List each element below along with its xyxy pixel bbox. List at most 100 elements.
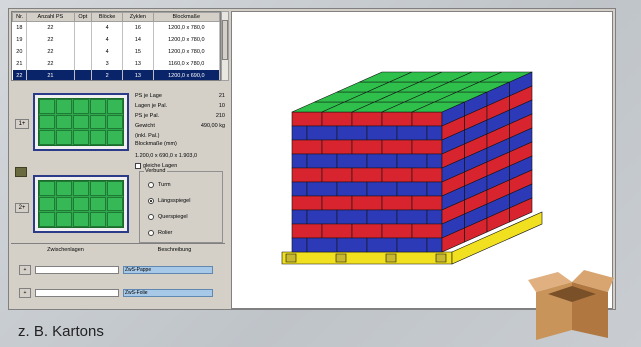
table-body[interactable]: 18 22 4 16 1200,0 x 780,0 19 22 4 14 1200,0 x 780… <box>12 21 220 80</box>
carton-front <box>336 125 368 141</box>
carton-front <box>411 167 443 183</box>
carton-front <box>426 237 443 253</box>
carton-cell <box>90 196 106 212</box>
3d-pallet-viewport[interactable] <box>231 11 613 309</box>
zwischenlage-1-field[interactable] <box>35 266 119 274</box>
table-cell: 15 <box>122 45 154 58</box>
pallet-icon[interactable] <box>15 167 27 177</box>
verbund-legend: Verbund <box>144 168 167 174</box>
carton-front <box>396 181 428 197</box>
pattern-table[interactable]: Nr. Anzahl PS Opt Blöcke Zyklen Blockmaße 18 2… <box>11 11 221 81</box>
layer-1-button[interactable]: 1+ <box>15 119 29 129</box>
carton-front <box>291 167 323 183</box>
ps-je-lage-value: 21 <box>218 93 225 99</box>
table-cell: 2 <box>91 69 124 80</box>
table-cell: 22 <box>26 45 75 58</box>
carton-cell <box>107 181 123 196</box>
carton-front <box>381 167 413 183</box>
table-cell: 21 <box>26 69 75 80</box>
carton-front <box>306 237 338 253</box>
gewicht-sub: (inkl. Pal.) <box>135 133 160 139</box>
carton-front <box>321 195 353 211</box>
zwischenlage-row-2[interactable]: + ZwS-Folie <box>19 288 219 298</box>
table-cell: 1160,0 x 780,0 <box>153 57 220 70</box>
pallet-block <box>435 253 447 263</box>
carton-cell <box>56 212 72 227</box>
carton-cell <box>39 99 55 114</box>
table-row[interactable]: 22 21 2 13 1200,0 x 690,0 <box>12 69 220 80</box>
carton-front <box>336 209 368 225</box>
table-cell: 22 <box>26 21 75 34</box>
carton-cell <box>39 130 55 145</box>
table-cell: 22 <box>26 57 75 70</box>
checkbox-box[interactable] <box>135 163 141 169</box>
table-cell: 22 <box>26 33 75 46</box>
verbund-radio[interactable]: Querspiegel <box>148 214 188 220</box>
radio-dot[interactable] <box>148 182 154 188</box>
radio-dot[interactable] <box>148 198 154 204</box>
carton-cell <box>56 181 72 196</box>
table-header-cell[interactable]: Zyklen <box>122 12 154 22</box>
layer-2-button[interactable]: 2+ <box>15 203 29 213</box>
table-row[interactable]: 21 22 3 13 1160,0 x 780,0 <box>12 57 220 70</box>
table-cell: 1200,0 x 780,0 <box>153 21 220 34</box>
table-cell: 4 <box>91 21 124 34</box>
carton-cell <box>39 181 55 196</box>
verbund-radio[interactable]: Turm <box>148 182 171 188</box>
carton-front <box>366 209 398 225</box>
blockmasse-label: Blockmaße (mm) <box>135 141 177 147</box>
lagen-je-pal-label: Lagen je Pal. <box>135 103 168 109</box>
radio-dot[interactable] <box>148 230 154 236</box>
carton-front <box>291 153 308 169</box>
carton-cell <box>73 99 89 114</box>
carton-front <box>291 125 308 141</box>
carton-front <box>306 125 338 141</box>
carton-front <box>426 181 443 197</box>
table-cell <box>74 57 93 70</box>
table-header: Nr. Anzahl PS Opt Blöcke Zyklen Blockmaße <box>12 12 220 22</box>
table-row[interactable]: 18 22 4 16 1200,0 x 780,0 <box>12 21 220 34</box>
table-cell: 14 <box>122 33 154 46</box>
zwischenlage-2-field[interactable] <box>35 289 119 297</box>
carton-front <box>411 139 443 155</box>
table-cell: 1200,0 x 780,0 <box>153 33 220 46</box>
carton-front <box>336 153 368 169</box>
layer-2-preview[interactable] <box>33 175 129 233</box>
section-header: Zwischenlagen Beschreibung <box>11 247 229 253</box>
table-cell: 4 <box>91 45 124 58</box>
scrollbar-thumb[interactable] <box>222 20 228 60</box>
radio-label: Turm <box>158 182 171 188</box>
zwischenlage-row-1[interactable]: + ZwS-Pappe <box>19 265 219 275</box>
verbund-radio[interactable]: Rolier <box>148 230 172 236</box>
table-row[interactable]: 19 22 4 14 1200,0 x 780,0 <box>12 33 220 46</box>
table-header-cell[interactable]: Blockmaße <box>152 12 220 22</box>
table-header-cell[interactable]: Anzahl PS <box>26 12 75 22</box>
table-row[interactable]: 20 22 4 15 1200,0 x 780,0 <box>12 45 220 58</box>
zwischenlage-1-add-button[interactable]: + <box>19 265 31 275</box>
carton-front <box>321 139 353 155</box>
table-header-cell[interactable]: Opt <box>73 12 93 22</box>
carton-cell <box>107 196 123 212</box>
radio-dot[interactable] <box>148 214 154 220</box>
table-header-cell[interactable]: Blöcke <box>91 12 124 22</box>
carton-cell <box>73 196 89 212</box>
left-panel: Nr. Anzahl PS Opt Blöcke Zyklen Blockmaße 18 2… <box>11 11 229 309</box>
carton-front <box>366 153 398 169</box>
pallet-block <box>335 253 347 263</box>
layer-1-preview[interactable] <box>33 93 129 151</box>
carton-front <box>381 139 413 155</box>
table-scrollbar[interactable] <box>221 11 229 81</box>
table-cell: 1200,0 x 780,0 <box>153 45 220 58</box>
carton-front <box>426 125 443 141</box>
carton-cell <box>39 196 55 212</box>
verbund-radio[interactable]: Längsspiegel <box>148 198 190 204</box>
ps-je-pal-label: PS je Pal. <box>135 113 160 119</box>
zwischenlage-2-label[interactable]: ZwS-Folie <box>123 289 213 297</box>
table-header-cell[interactable]: Nr. <box>12 12 28 22</box>
table-cell <box>74 33 93 46</box>
zwischenlage-2-add-button[interactable]: + <box>19 288 31 298</box>
zwischenlage-1-label[interactable]: ZwS-Pappe <box>123 266 213 274</box>
carton-front <box>291 223 323 239</box>
pallet-front <box>281 251 453 265</box>
carton-cell <box>73 181 89 196</box>
